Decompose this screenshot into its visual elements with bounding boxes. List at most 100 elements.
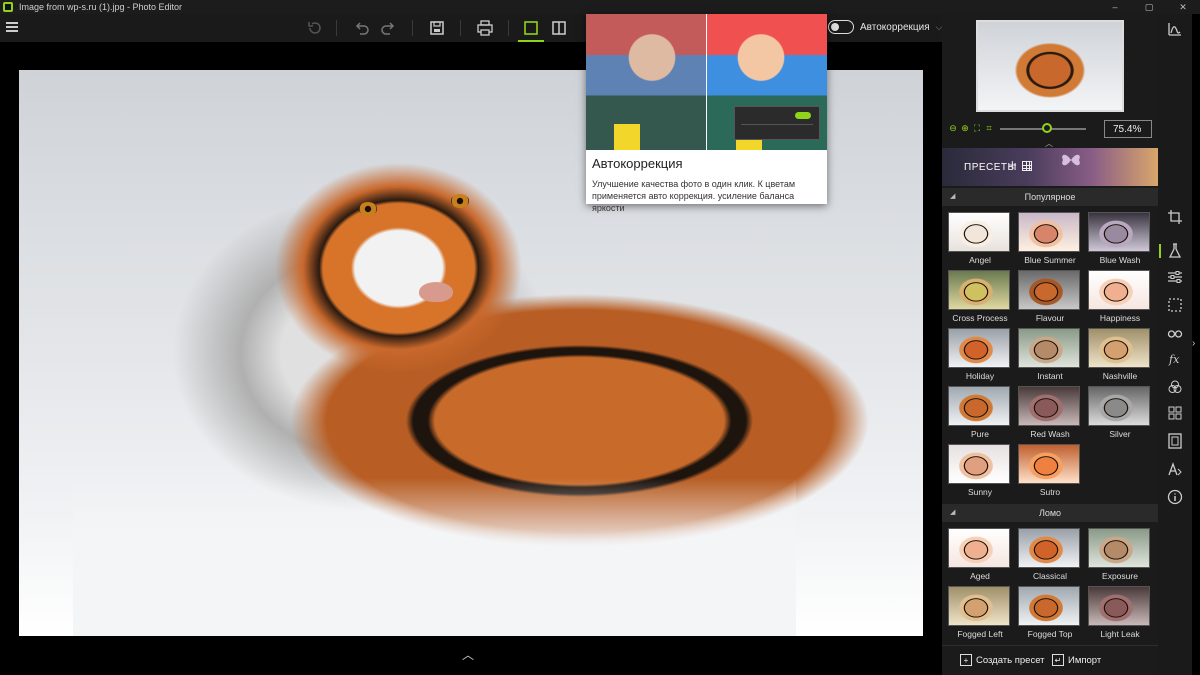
- preset-tile[interactable]: Flavour: [1018, 270, 1082, 326]
- popup-title: Автокоррекция: [592, 156, 683, 171]
- preset-tile[interactable]: Instant: [1018, 328, 1082, 384]
- split-view-icon[interactable]: [548, 17, 570, 39]
- sliders-icon[interactable]: [1166, 268, 1184, 286]
- reset-icon[interactable]: [304, 17, 326, 39]
- right-panel: ⊖ ⊕ ⛶ ⌗ 75.4% ︿ ПРЕСЕТЫ + ◢ Популярное A…: [942, 14, 1158, 675]
- before-image: [586, 14, 706, 150]
- frame-icon[interactable]: [1166, 432, 1184, 450]
- histogram-icon[interactable]: [1166, 20, 1184, 38]
- tiger-eye: [359, 202, 377, 216]
- svg-text:fx: fx: [1168, 353, 1180, 366]
- selection-icon[interactable]: [1166, 296, 1184, 314]
- preset-thumbnail: [948, 328, 1010, 368]
- preset-name: Sunny: [967, 487, 993, 497]
- preset-tile[interactable]: Red Wash: [1018, 386, 1082, 442]
- navigator-thumbnail[interactable]: [976, 20, 1124, 112]
- section-lomo-header[interactable]: ◢ Ломо: [942, 504, 1158, 522]
- preset-tile[interactable]: Holiday: [948, 328, 1012, 384]
- zoom-value-field[interactable]: 75.4%: [1104, 120, 1152, 138]
- preset-thumbnail: [1088, 328, 1150, 368]
- preset-name: Angel: [969, 255, 991, 265]
- preset-name: Fogged Left: [957, 629, 1003, 639]
- preset-tile[interactable]: Fogged Top: [1018, 586, 1082, 640]
- preset-tile[interactable]: Cross Process: [948, 270, 1012, 326]
- preset-tile[interactable]: Blue Summer: [1018, 212, 1082, 268]
- preset-thumbnail: [1088, 270, 1150, 310]
- auto-correction-toggle[interactable]: [828, 20, 854, 34]
- actual-size-icon[interactable]: ⌗: [984, 122, 994, 134]
- preset-name: Red Wash: [1030, 429, 1070, 439]
- chevron-up-icon[interactable]: ︿: [462, 646, 474, 663]
- preset-tile[interactable]: Sunny: [948, 444, 1012, 500]
- zoom-out-icon[interactable]: ⊖: [948, 122, 958, 134]
- texture-icon[interactable]: [1166, 404, 1184, 422]
- panel-footer: + Создать пресет ↵ Импорт: [942, 645, 1158, 675]
- before-after-preview: [586, 14, 827, 150]
- flask-icon[interactable]: [1159, 242, 1184, 260]
- undo-icon[interactable]: [350, 17, 372, 39]
- collapse-arrow-icon[interactable]: ◢: [950, 192, 955, 200]
- section-popular-header[interactable]: ◢ Популярное: [942, 188, 1158, 206]
- window-controls: – ▢ ✕: [1098, 0, 1200, 14]
- preset-name: Fogged Top: [1027, 629, 1073, 639]
- preset-tile[interactable]: Exposure: [1088, 528, 1152, 584]
- section-title: Популярное: [1024, 192, 1076, 202]
- preset-tile[interactable]: Aged: [948, 528, 1012, 584]
- preset-thumbnail: [1018, 386, 1080, 426]
- maximize-button[interactable]: ▢: [1132, 0, 1166, 14]
- right-tool-strip: fx: [1158, 14, 1192, 675]
- zoom-in-icon[interactable]: ⊕: [960, 122, 970, 134]
- preset-thumbnail: [1018, 444, 1080, 484]
- minimize-button[interactable]: –: [1098, 0, 1132, 14]
- auto-correction-label: Автокоррекция: [860, 21, 930, 33]
- text-icon[interactable]: [1166, 460, 1184, 478]
- preset-thumbnail: [1088, 212, 1150, 252]
- create-preset-button[interactable]: + Создать пресет: [960, 654, 1045, 666]
- preset-tile[interactable]: Pure: [948, 386, 1012, 442]
- preset-name: Happiness: [1099, 313, 1141, 323]
- title-bar: Image from wp-s.ru (1).jpg - Photo Edito…: [0, 0, 1200, 14]
- crop-icon[interactable]: [1166, 208, 1184, 226]
- preset-thumbnail: [1088, 528, 1150, 568]
- fit-screen-icon[interactable]: ⛶: [972, 122, 982, 134]
- section-title: Ломо: [1038, 508, 1062, 518]
- info-icon[interactable]: [1166, 488, 1184, 506]
- preset-tile[interactable]: Silver: [1088, 386, 1152, 442]
- color-circles-icon[interactable]: [1166, 378, 1184, 396]
- preset-tile[interactable]: Sutro: [1018, 444, 1082, 500]
- preset-tile[interactable]: Angel: [948, 212, 1012, 268]
- single-view-icon[interactable]: [518, 17, 544, 42]
- butterfly-icon: [1062, 154, 1080, 166]
- chevron-right-icon[interactable]: ›: [1192, 338, 1195, 349]
- preset-thumbnail: [1088, 386, 1150, 426]
- zoom-slider-handle[interactable]: [1042, 123, 1053, 133]
- print-icon[interactable]: [474, 17, 496, 39]
- preset-tile[interactable]: Blue Wash: [1088, 212, 1152, 268]
- preset-name: Cross Process: [952, 313, 1008, 323]
- preset-name: Light Leak: [1100, 629, 1140, 639]
- add-preset-icon[interactable]: +: [1008, 157, 1017, 174]
- auto-correction-control[interactable]: Автокоррекция ⌵: [828, 20, 942, 34]
- redo-icon[interactable]: [378, 17, 400, 39]
- presets-header: ПРЕСЕТЫ +: [942, 148, 1158, 186]
- import-icon: ↵: [1052, 654, 1064, 666]
- close-button[interactable]: ✕: [1166, 0, 1200, 14]
- import-button[interactable]: ↵ Импорт: [1052, 654, 1101, 666]
- hamburger-menu-icon[interactable]: [6, 22, 18, 32]
- preset-thumbnail: [948, 386, 1010, 426]
- grid-view-icon[interactable]: [1022, 161, 1032, 171]
- preset-tile[interactable]: Nashville: [1088, 328, 1152, 384]
- preset-name: Nashville: [1102, 371, 1138, 381]
- create-preset-icon: +: [960, 654, 972, 666]
- mini-toolbar-preview: [734, 106, 820, 140]
- collapse-arrow-icon[interactable]: ◢: [950, 508, 955, 516]
- preset-tile[interactable]: Classical: [1018, 528, 1082, 584]
- glasses-icon[interactable]: [1166, 324, 1184, 342]
- fx-icon[interactable]: fx: [1166, 350, 1184, 368]
- preset-name: Silver: [1109, 429, 1131, 439]
- preset-tile[interactable]: Light Leak: [1088, 586, 1152, 640]
- preset-tile[interactable]: Happiness: [1088, 270, 1152, 326]
- preset-thumbnail: [1018, 270, 1080, 310]
- save-icon[interactable]: [426, 17, 448, 39]
- preset-tile[interactable]: Fogged Left: [948, 586, 1012, 640]
